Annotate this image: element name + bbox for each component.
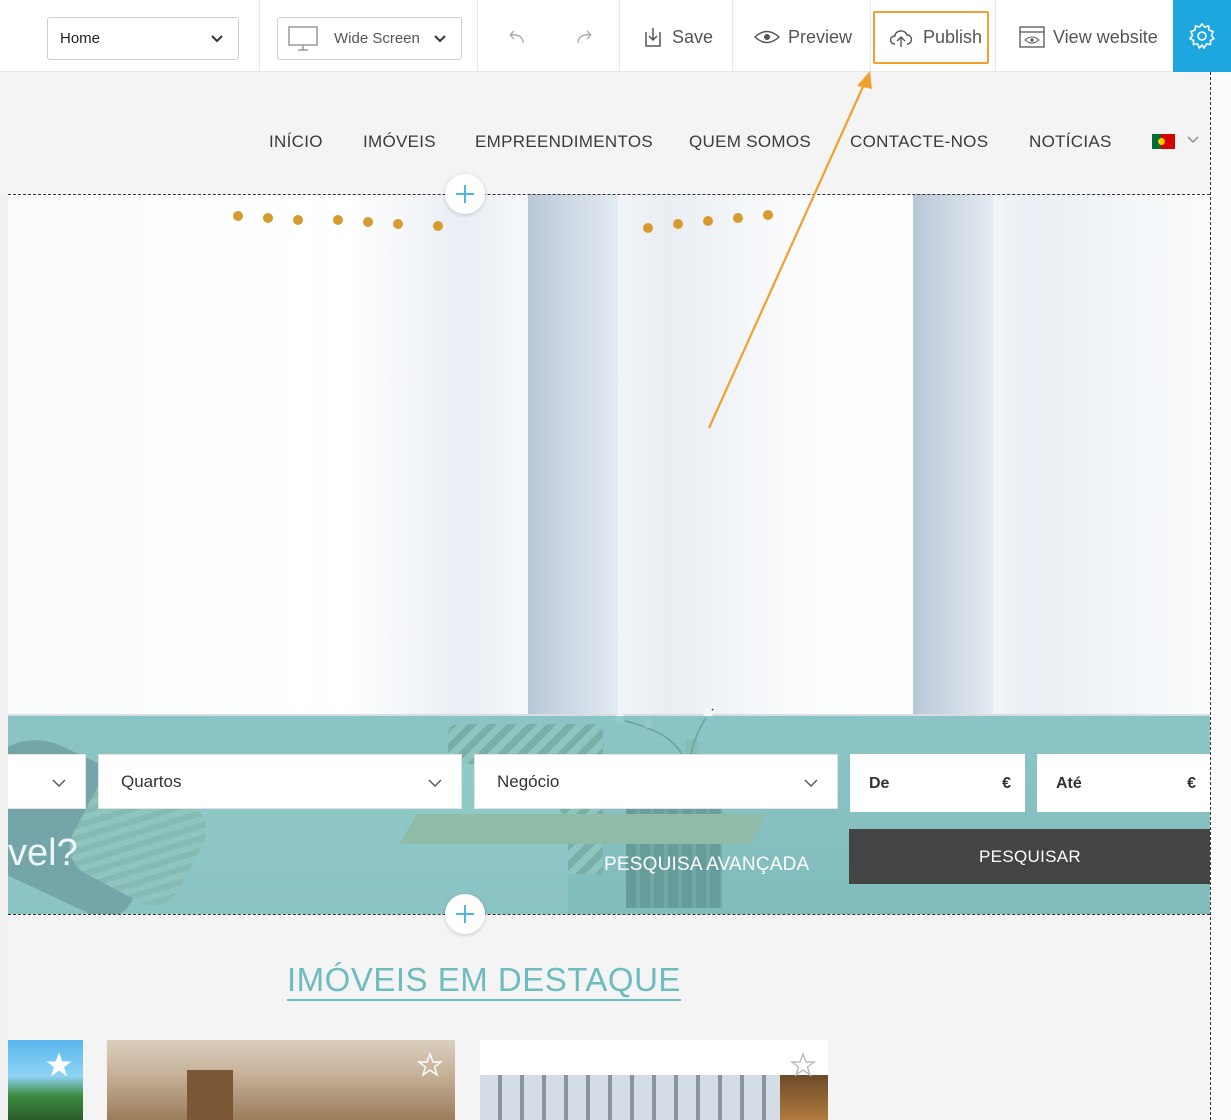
browser-preview-icon	[1019, 26, 1045, 48]
save-label: Save	[672, 26, 714, 47]
redo-icon	[577, 30, 592, 44]
price-to-label: Até	[1056, 775, 1082, 792]
hero-curtain	[8, 194, 308, 714]
view-mode-select[interactable]: Wide Screen	[277, 17, 462, 60]
property-card[interactable]	[107, 1040, 455, 1120]
canvas-boundary	[1210, 72, 1211, 1120]
view-mode-value: Wide Screen	[334, 30, 420, 47]
hero-curtain	[618, 194, 918, 714]
curtain-rings-image	[233, 211, 443, 231]
chevron-down-icon	[52, 779, 66, 787]
view-website-label: View website	[1053, 26, 1158, 47]
property-photo-shelf	[187, 1070, 233, 1120]
price-to-currency: €	[1187, 775, 1196, 792]
nav-item-imoveis[interactable]: IMÓVEIS	[363, 132, 436, 152]
price-from-label: De	[869, 775, 890, 792]
nav-item-noticias[interactable]: NOTÍCIAS	[1029, 132, 1112, 152]
toolbar-divider	[995, 0, 996, 72]
star-icon[interactable]	[46, 1052, 72, 1078]
download-icon	[645, 28, 661, 47]
canvas-left-gutter	[0, 72, 8, 1120]
business-type-select-value: Negócio	[497, 771, 560, 791]
property-photo-tree	[780, 1075, 828, 1120]
bedrooms-select-value: Quartos	[121, 771, 182, 791]
search-submit-button[interactable]: PESQUISAR	[849, 829, 1210, 884]
undo-button[interactable]	[505, 20, 527, 54]
chevron-down-icon	[434, 35, 446, 43]
toolbar-divider	[870, 0, 871, 72]
featured-properties-title: IMÓVEIS EM DESTAQUE	[287, 961, 681, 1001]
price-from-input[interactable]: De €	[850, 754, 1025, 812]
monitor-icon	[288, 25, 318, 51]
chevron-down-icon	[428, 779, 442, 787]
gear-icon	[1189, 23, 1215, 49]
property-card[interactable]	[8, 1040, 83, 1120]
nav-item-contacte-nos[interactable]: CONTACTE-NOS	[850, 132, 988, 152]
redo-button[interactable]	[574, 20, 596, 54]
add-section-button[interactable]	[445, 894, 485, 934]
section-boundary	[8, 194, 1210, 195]
curtain-rings-image	[643, 210, 773, 233]
bedrooms-select[interactable]: Quartos	[98, 754, 462, 809]
plus-icon	[456, 185, 474, 203]
section-boundary	[8, 914, 1210, 915]
eye-icon	[754, 30, 780, 44]
toolbar-divider	[732, 0, 733, 72]
chevron-down-icon	[211, 35, 223, 43]
editor-toolbar: Home Wide Screen Save Preview Publish Vi…	[0, 0, 1231, 72]
preview-label: Preview	[788, 26, 853, 47]
preview-button[interactable]: Preview	[754, 20, 852, 54]
star-icon[interactable]	[417, 1052, 443, 1078]
price-to-input[interactable]: Até €	[1037, 754, 1210, 812]
plus-icon	[456, 905, 474, 923]
publish-highlight-box	[873, 11, 989, 64]
toolbar-divider	[619, 0, 620, 72]
nav-item-quem-somos[interactable]: QUEM SOMOS	[689, 132, 811, 152]
page-select[interactable]: Home	[47, 17, 239, 60]
save-button[interactable]: Save	[642, 20, 713, 54]
hero-wall-column	[528, 194, 618, 714]
property-search-band	[8, 716, 1210, 914]
advanced-search-link[interactable]: PESQUISA AVANÇADA	[604, 854, 809, 876]
property-card[interactable]	[480, 1040, 828, 1120]
nav-item-inicio[interactable]: INÍCIO	[269, 132, 323, 152]
chevron-down-icon[interactable]	[1186, 132, 1200, 146]
nav-item-empreendimentos[interactable]: EMPREENDIMENTOS	[475, 132, 653, 152]
hero-wall-column	[913, 194, 993, 714]
business-type-select[interactable]: Negócio	[474, 754, 838, 809]
search-select-partial[interactable]	[8, 754, 86, 809]
add-section-button[interactable]	[445, 174, 485, 214]
price-from-currency: €	[1002, 775, 1011, 792]
property-photo	[107, 1040, 455, 1120]
toolbar-divider	[259, 0, 260, 72]
page-select-value: Home	[60, 30, 101, 47]
chevron-down-icon	[804, 779, 818, 787]
portugal-flag-icon[interactable]	[1152, 134, 1175, 149]
search-submit-label: PESQUISAR	[979, 846, 1081, 866]
property-photo	[480, 1075, 828, 1120]
toolbar-divider	[477, 0, 478, 72]
canvas-right-gutter	[1211, 72, 1231, 1120]
search-headline: vel?	[8, 832, 78, 874]
star-icon[interactable]	[790, 1052, 816, 1078]
settings-button[interactable]	[1173, 0, 1231, 72]
view-website-button[interactable]: View website	[1019, 20, 1158, 54]
site-navigation-bar: INÍCIO IMÓVEIS EMPREENDIMENTOS QUEM SOMO…	[0, 72, 1210, 194]
editor-window: Home Wide Screen Save Preview Publish Vi…	[0, 0, 1231, 1120]
hero-section: Quartos Negócio De € Até € vel? PESQUISA…	[8, 194, 1210, 914]
undo-icon	[509, 30, 524, 44]
